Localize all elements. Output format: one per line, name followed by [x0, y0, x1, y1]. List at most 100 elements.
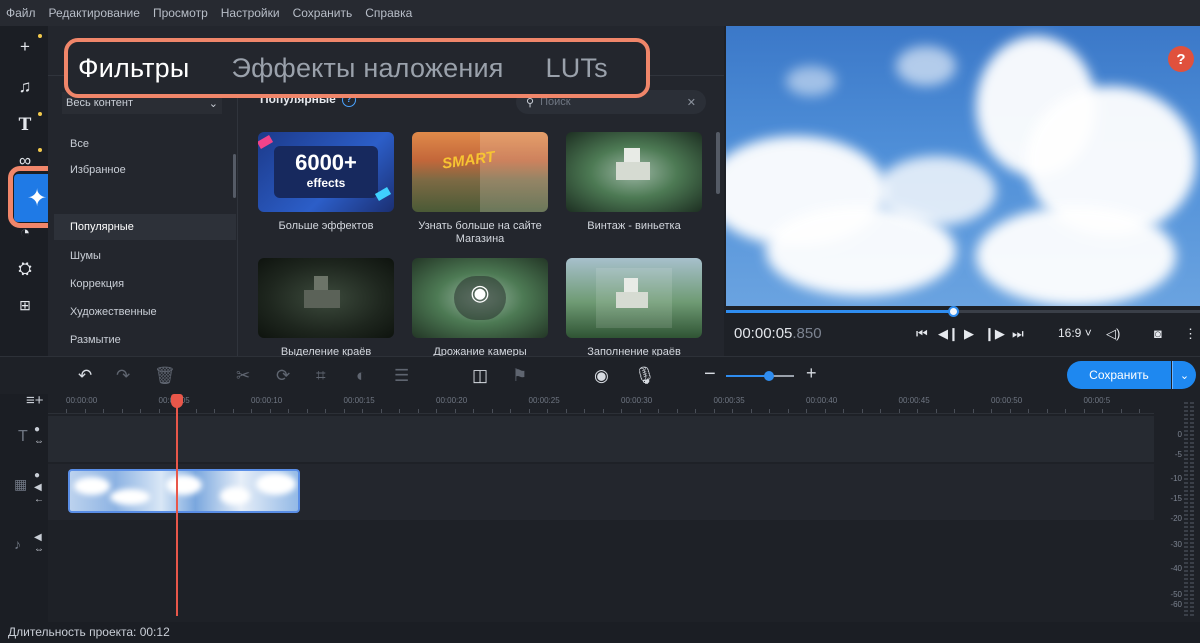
- menu-view[interactable]: Просмотр: [153, 6, 208, 20]
- clip-properties-icon[interactable]: ☰: [394, 366, 409, 386]
- ruler-tick-mark: [917, 409, 918, 413]
- category-scrollbar[interactable]: [233, 154, 236, 198]
- ruler-tick-mark: [732, 409, 733, 413]
- undo-icon[interactable]: ↶: [78, 366, 92, 386]
- menu-help[interactable]: Справка: [365, 6, 412, 20]
- skip-end-icon[interactable]: ⏭: [1012, 326, 1024, 342]
- ruler-tick-mark: [417, 409, 419, 413]
- save-dropdown-chevron-icon[interactable]: ⌄: [1172, 361, 1196, 389]
- tab-luts[interactable]: LUTs: [546, 53, 608, 84]
- category-favorites[interactable]: Избранное: [70, 164, 126, 176]
- more-options-icon[interactable]: ⋮: [1184, 326, 1197, 342]
- audio-track[interactable]: [48, 522, 1154, 622]
- ruler-tick-mark: [1102, 409, 1103, 413]
- color-adjust-icon[interactable]: ◐: [356, 366, 366, 386]
- tab-filters[interactable]: Фильтры: [78, 53, 190, 84]
- ruler-tick-mark: [510, 409, 511, 413]
- zoom-slider[interactable]: [726, 371, 794, 381]
- track-headers: ≡+ T ● ⇔ ▦ ● ◀ ← ♪ ◀ ⇔: [0, 392, 48, 622]
- playback-progress[interactable]: [726, 306, 1200, 317]
- playhead-line[interactable]: [176, 396, 178, 616]
- category-popular[interactable]: Популярные: [54, 214, 236, 240]
- ruler-tick-label: 00:00:30: [621, 396, 653, 405]
- save-button[interactable]: Сохранить: [1067, 361, 1171, 389]
- zoom-in-button[interactable]: +: [806, 363, 817, 384]
- microphone-icon[interactable]: 🎙: [634, 366, 656, 386]
- rotate-icon[interactable]: ⟳: [276, 366, 290, 386]
- media-insert-icon[interactable]: ◫: [472, 366, 488, 386]
- category-correction[interactable]: Коррекция: [70, 278, 124, 290]
- ruler-tick-mark: [1028, 409, 1029, 413]
- ruler-tick-mark: [935, 409, 937, 413]
- playback-progress-fill: [726, 310, 954, 313]
- ruler-tick-mark: [787, 409, 789, 413]
- ruler-tick-label: 00:00:10: [251, 396, 283, 405]
- ruler-tick-mark: [195, 409, 197, 413]
- zoom-out-button[interactable]: −: [704, 363, 716, 386]
- add-media-icon[interactable]: +: [14, 36, 36, 58]
- category-noise[interactable]: Шумы: [70, 250, 101, 262]
- menu-export[interactable]: Сохранить: [293, 6, 353, 20]
- meter-tick-label: -30: [1170, 540, 1182, 549]
- frame-back-icon[interactable]: ◀︎❙: [938, 326, 959, 342]
- speaker-icon[interactable]: ◀: [34, 482, 42, 493]
- ruler-tick-mark: [103, 409, 104, 413]
- menu-settings[interactable]: Настройки: [221, 6, 280, 20]
- filter-tile-more-effects[interactable]: 6000+ effects: [258, 132, 394, 212]
- filter-tile-edge-detect[interactable]: [258, 258, 394, 338]
- zoom-slider-knob[interactable]: [764, 371, 774, 381]
- link-icon[interactable]: ⇔: [34, 436, 44, 447]
- record-webcam-icon[interactable]: ◉: [594, 366, 609, 386]
- add-track-icon[interactable]: ≡+: [26, 392, 44, 409]
- video-preview[interactable]: [726, 26, 1200, 306]
- marker-icon[interactable]: ⚑: [512, 366, 527, 386]
- volume-icon[interactable]: ◁): [1106, 326, 1120, 342]
- filter-tile-store[interactable]: SMART: [412, 132, 548, 212]
- help-button[interactable]: ?: [1168, 46, 1194, 72]
- callouts-icon[interactable]: ⛭: [14, 258, 36, 280]
- ruler-tick-mark: [399, 409, 400, 413]
- ruler-tick-mark: [84, 409, 86, 413]
- more-tools-icon[interactable]: ⊞: [14, 294, 36, 316]
- ruler-tick-label: 00:00:20: [436, 396, 468, 405]
- delete-icon[interactable]: 🗑: [154, 366, 176, 386]
- category-blur[interactable]: Размытие: [70, 334, 121, 344]
- category-artistic[interactable]: Художественные: [70, 306, 157, 318]
- titles-icon[interactable]: T: [14, 114, 36, 136]
- speaker-icon[interactable]: ◀: [34, 532, 42, 543]
- menu-file[interactable]: Файл: [6, 6, 36, 20]
- ruler-tick-mark: [288, 409, 289, 413]
- ruler-tick-mark: [843, 409, 844, 413]
- skip-start-icon[interactable]: ⏮: [916, 326, 928, 342]
- ruler-tick-label: 00:00:45: [898, 396, 930, 405]
- filter-tile-edge-fill[interactable]: [566, 258, 702, 338]
- music-icon[interactable]: ♫: [14, 76, 36, 98]
- frame-forward-icon[interactable]: ❙▶︎: [984, 326, 1005, 342]
- ruler-tick-mark: [991, 409, 992, 413]
- link-icon[interactable]: ⇔: [34, 544, 44, 555]
- filter-tile-camera-shake[interactable]: ◉: [412, 258, 548, 338]
- ruler-tick-mark: [380, 409, 382, 413]
- eye-icon[interactable]: ●: [34, 424, 40, 435]
- category-all[interactable]: Все: [70, 138, 89, 150]
- playhead-handle[interactable]: [171, 394, 183, 408]
- filter-tile-vintage-vignette[interactable]: [566, 132, 702, 212]
- title-track[interactable]: [48, 416, 1154, 462]
- grid-scrollbar[interactable]: [716, 132, 720, 194]
- cut-icon[interactable]: ✂: [236, 366, 250, 386]
- crop-icon[interactable]: ⌗: [316, 366, 326, 386]
- timeline-ruler[interactable]: 00:00:0000:00:0500:00:1000:00:1500:00:20…: [48, 394, 1154, 414]
- playback-progress-knob[interactable]: [947, 306, 959, 317]
- video-clip[interactable]: [68, 469, 300, 513]
- aspect-ratio-select[interactable]: 16:9 ˅: [1058, 326, 1092, 340]
- tabs-highlight-frame: Фильтры Эффекты наложения LUTs: [64, 38, 650, 98]
- menu-edit[interactable]: Редактирование: [49, 6, 140, 20]
- eye-icon[interactable]: ●: [34, 470, 40, 481]
- tab-overlay-effects[interactable]: Эффекты наложения: [232, 53, 504, 84]
- redo-icon[interactable]: ↷: [116, 366, 130, 386]
- arrow-left-icon[interactable]: ←: [34, 494, 44, 505]
- clear-search-icon[interactable]: ✕: [687, 96, 696, 109]
- snapshot-icon[interactable]: ◙: [1154, 326, 1162, 341]
- play-icon[interactable]: ▶: [964, 326, 974, 342]
- audio-level-meter: 0 -5 -10 -15 -20 -30 -40 -50 -60: [1154, 394, 1200, 622]
